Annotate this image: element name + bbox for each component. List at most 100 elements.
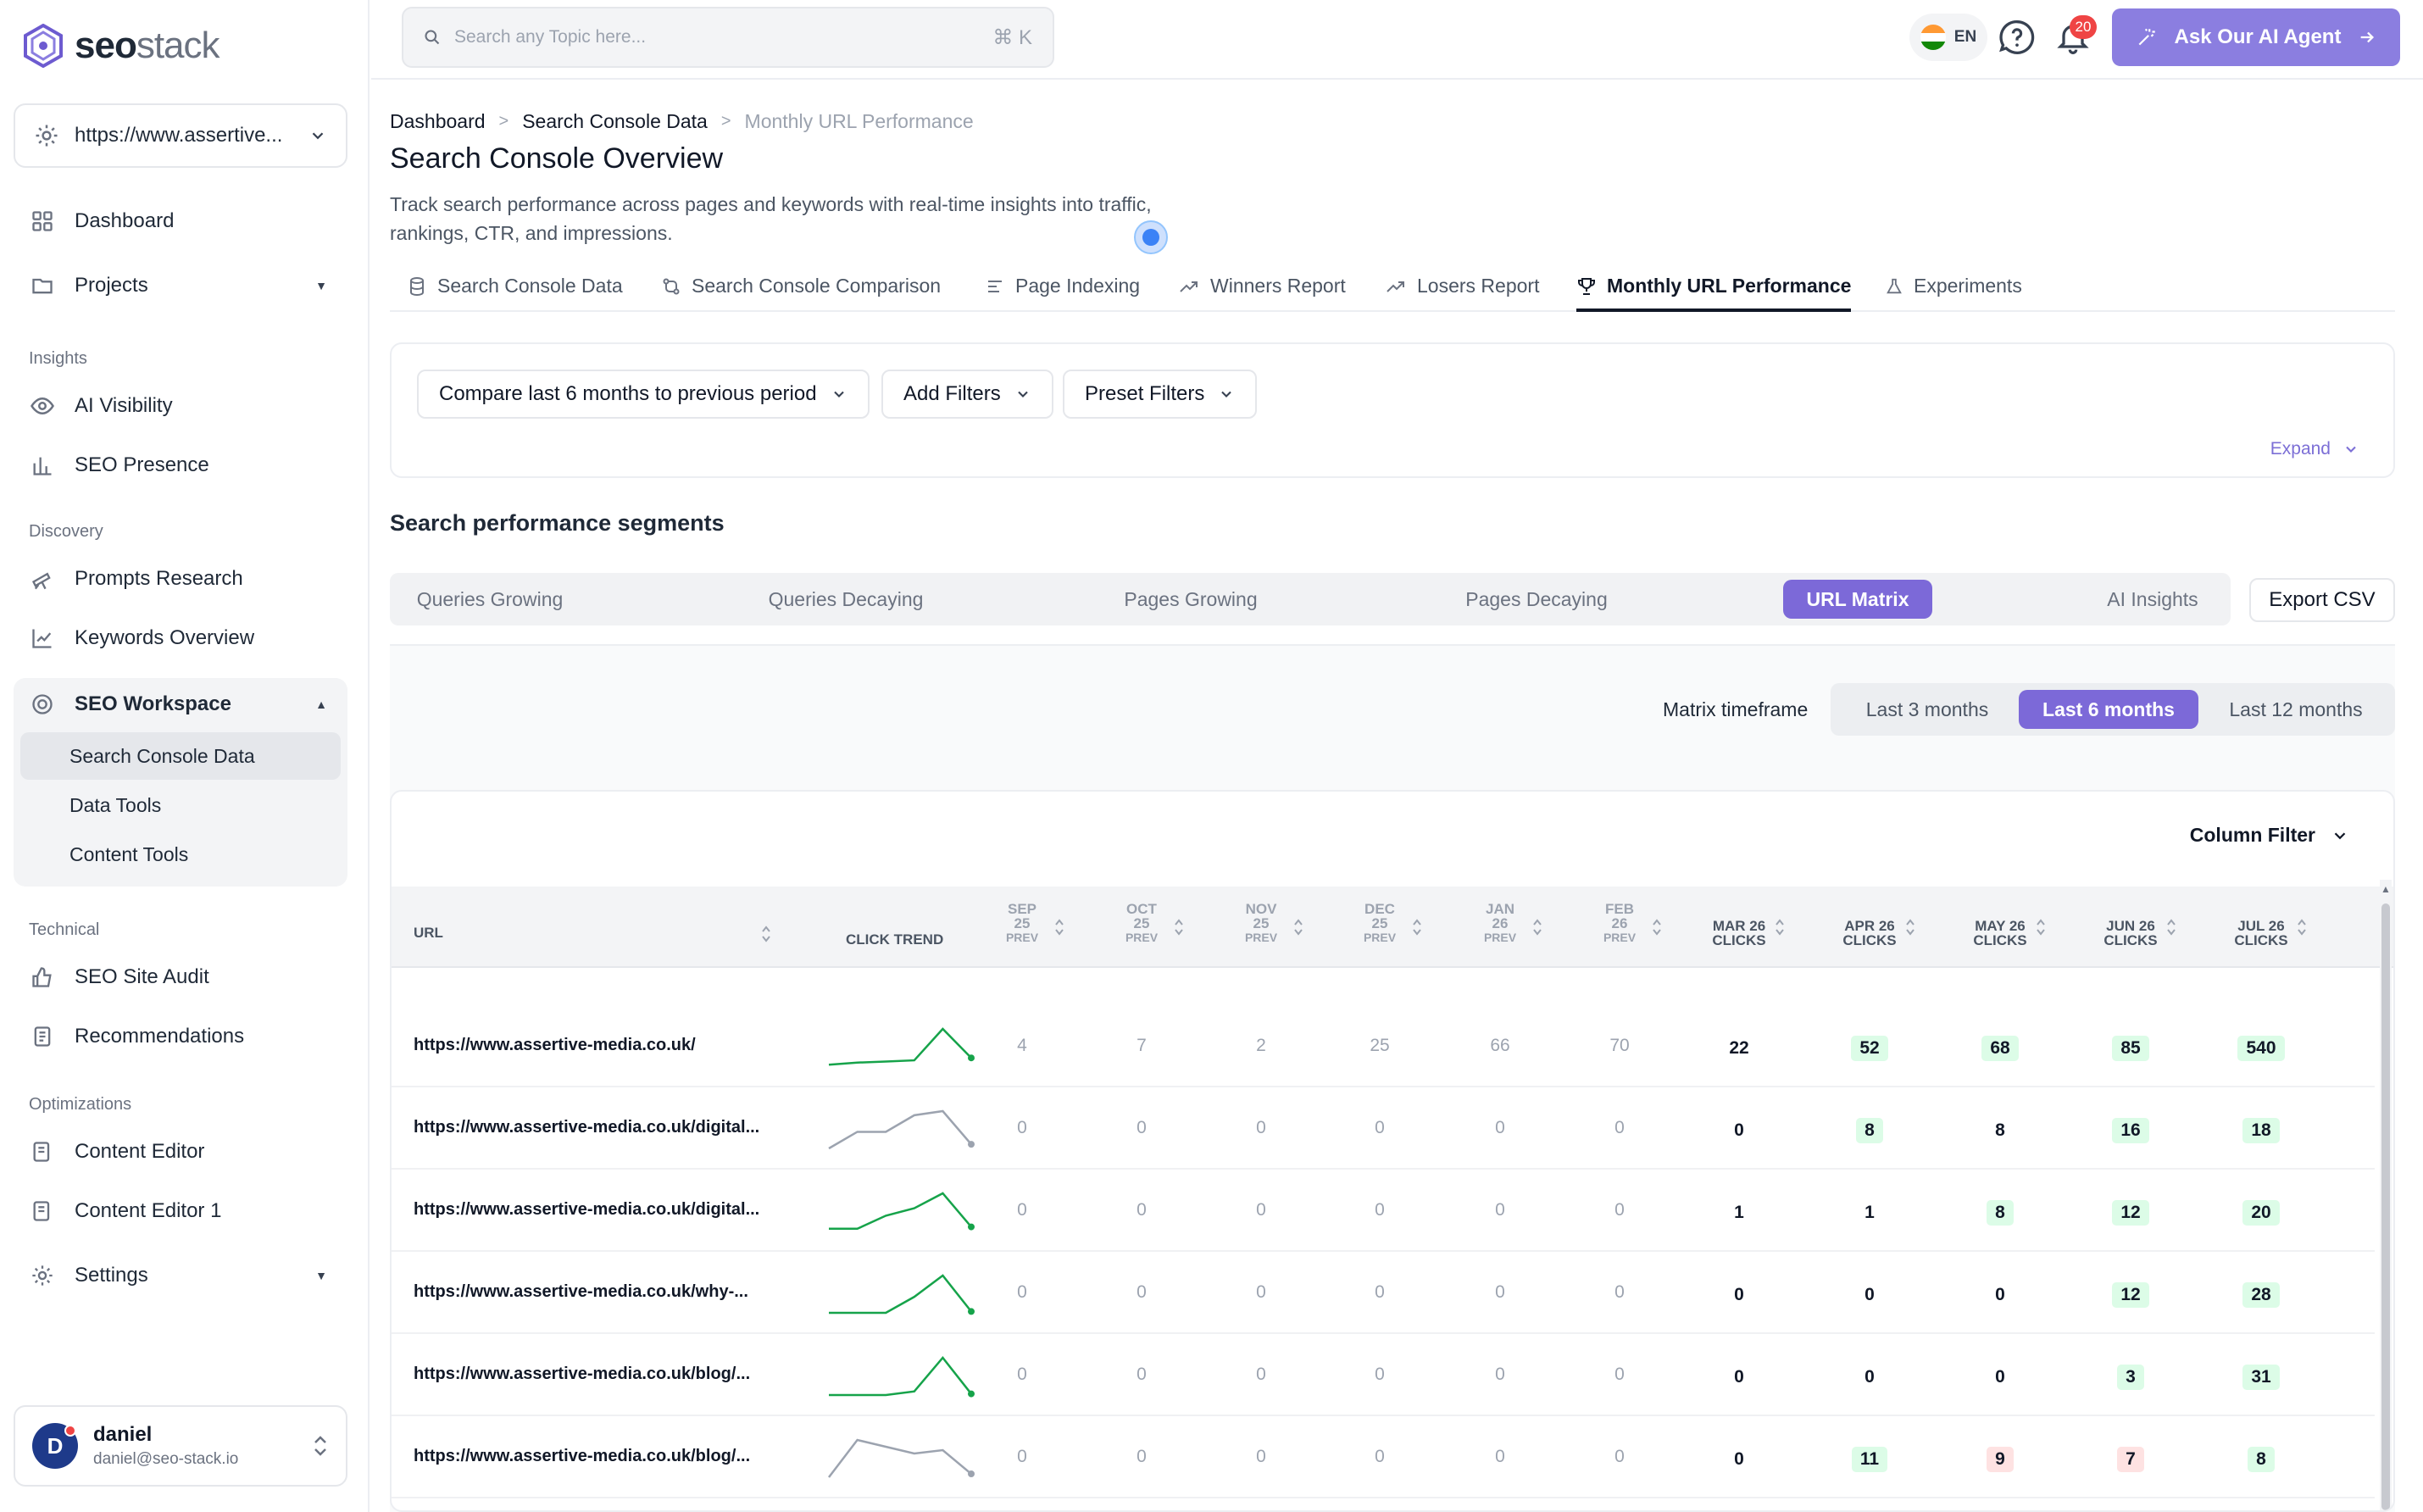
brand-logo[interactable]: seostack <box>24 24 220 68</box>
dashboard-icon <box>29 208 56 235</box>
column-header-prev-month[interactable]: NOV 25 PREV <box>1236 902 1287 945</box>
ask-ai-agent-button[interactable]: Ask Our AI Agent <box>2112 8 2400 66</box>
sidebar-item-ai-visibility[interactable]: AI Visibility <box>14 380 347 432</box>
column-header-month-clicks[interactable]: JUN 26 CLICKS <box>2088 919 2173 948</box>
sort-icon[interactable] <box>1652 917 1662 937</box>
sidebar-subitem-search-console-data[interactable]: Search Console Data <box>20 732 341 780</box>
segment-pages-decaying[interactable]: Pages Decaying <box>1437 580 1636 619</box>
segment-pages-growing[interactable]: Pages Growing <box>1098 580 1284 619</box>
sidebar-subitem-data-tools[interactable]: Data Tools <box>20 781 341 829</box>
export-csv-button[interactable]: Export CSV <box>2249 578 2395 622</box>
timeframe-last-6-months[interactable]: Last 6 months <box>2019 690 2198 729</box>
site-selector[interactable]: https://www.assertive... <box>14 103 347 168</box>
header-text: MAY 26 <box>1975 918 2026 934</box>
sort-icon[interactable] <box>1775 917 1785 937</box>
segment-queries-decaying[interactable]: Queries Decaying <box>744 580 948 619</box>
help-icon[interactable] <box>1998 19 2036 56</box>
sidebar-item-content-editor-1[interactable]: Content Editor 1 <box>14 1185 347 1237</box>
sort-icon[interactable] <box>2166 917 2176 937</box>
column-header-prev-month[interactable]: FEB 26 PREV <box>1594 902 1645 945</box>
language-selector[interactable]: EN <box>1909 14 1987 61</box>
sidebar-item-seo-presence[interactable]: SEO Presence <box>14 439 347 492</box>
header-text: FEB <box>1605 901 1634 917</box>
segment-url-matrix[interactable]: URL Matrix <box>1783 580 1932 619</box>
tab-monthly-url-performance[interactable]: Monthly URL Performance <box>1576 275 1852 312</box>
compare-period-dropdown[interactable]: Compare last 6 months to previous period <box>417 370 870 419</box>
table-row[interactable]: https://www.assertive-media.co.uk/why-..… <box>392 1252 2375 1334</box>
column-header-prev-month[interactable]: OCT 25 PREV <box>1116 902 1167 945</box>
segment-queries-growing[interactable]: Queries Growing <box>397 580 583 619</box>
column-header-month-clicks[interactable]: MAY 26 CLICKS <box>1958 919 2042 948</box>
sidebar-item-label: Recommendations <box>75 1025 245 1048</box>
india-flag-icon <box>1920 25 1946 50</box>
table-scrollbar[interactable]: ▲ <box>2380 880 2392 1510</box>
sidebar-item-recommendations[interactable]: Recommendations <box>14 1010 347 1063</box>
sort-icon[interactable] <box>2297 917 2307 937</box>
column-header-prev-month[interactable]: JAN 26 PREV <box>1475 902 1525 945</box>
scrollbar-thumb[interactable] <box>2381 903 2390 1510</box>
sort-icon[interactable] <box>761 924 771 944</box>
prev-clicks-cell: 7 <box>1136 1036 1147 1055</box>
expand-filters-button[interactable]: Expand <box>2270 439 2359 459</box>
sidebar-item-prompts-research[interactable]: Prompts Research <box>14 553 347 605</box>
tab-losers-report[interactable]: Losers Report <box>1385 275 1539 312</box>
table-row[interactable]: https://www.assertive-media.co.uk/blog/.… <box>392 1416 2375 1498</box>
matrix-timeframe-label: Matrix timeframe <box>1663 698 1809 720</box>
tab-winners-report[interactable]: Winners Report <box>1178 275 1346 312</box>
column-header-prev-month[interactable]: SEP 25 PREV <box>997 902 1048 945</box>
table-row[interactable]: https://www.assertive-media.co.uk/digita… <box>392 1087 2375 1170</box>
url-cell[interactable]: https://www.assertive-media.co.uk/ <box>414 1036 778 1055</box>
sort-icon[interactable] <box>1412 917 1422 937</box>
table-row[interactable]: https://www.assertive-media.co.uk/4 7 2 25 6… <box>392 1005 2375 1087</box>
sort-icon[interactable] <box>1174 917 1184 937</box>
column-filter-button[interactable]: Column Filter <box>2190 824 2349 847</box>
clicks-value: 3 <box>2117 1365 2144 1390</box>
tab-experiments[interactable]: Experiments <box>1885 275 2022 312</box>
column-header-month-clicks[interactable]: APR 26 CLICKS <box>1827 919 1912 948</box>
url-cell[interactable]: https://www.assertive-media.co.uk/digita… <box>414 1118 778 1137</box>
url-cell[interactable]: https://www.assertive-media.co.uk/blog/.… <box>414 1365 778 1384</box>
column-filter-label: Column Filter <box>2189 824 2315 846</box>
breadcrumb-dashboard[interactable]: Dashboard <box>390 110 486 133</box>
column-header-url[interactable]: URL <box>414 926 443 940</box>
sidebar-item-settings[interactable]: Settings ▼ <box>14 1249 347 1302</box>
sidebar-item-seo-site-audit[interactable]: SEO Site Audit <box>14 951 347 1003</box>
sort-icon[interactable] <box>1054 917 1064 937</box>
sidebar-item-projects[interactable]: Projects ▼ <box>14 259 347 312</box>
tab-search-console-data[interactable]: Search Console Data <box>407 275 623 312</box>
preset-filters-dropdown[interactable]: Preset Filters <box>1063 370 1258 419</box>
sort-icon[interactable] <box>1532 917 1542 937</box>
segment-ai-insights[interactable]: AI Insights <box>2085 580 2220 619</box>
search-input[interactable]: Search any Topic here... ⌘ K <box>402 7 1054 68</box>
timeframe-last-3-months[interactable]: Last 3 months <box>1837 690 2017 729</box>
clicks-value: 1 <box>1734 1203 1744 1222</box>
table-row[interactable]: https://www.assertive-media.co.uk/blog/.… <box>392 1334 2375 1416</box>
sidebar-item-seo-workspace[interactable]: SEO Workspace ▲ <box>14 678 347 731</box>
breadcrumb-search-console-data[interactable]: Search Console Data <box>522 110 708 133</box>
column-header-month-clicks[interactable]: MAR 26 CLICKS <box>1697 919 1781 948</box>
sort-icon[interactable] <box>1905 917 1915 937</box>
url-cell[interactable]: https://www.assertive-media.co.uk/blog/.… <box>414 1447 778 1466</box>
sidebar-subitem-content-tools[interactable]: Content Tools <box>20 831 341 878</box>
timeframe-last-12-months[interactable]: Last 12 months <box>2203 690 2388 729</box>
table-row[interactable]: https://www.assertive-media.co.uk/digita… <box>392 1170 2375 1252</box>
add-filters-dropdown[interactable]: Add Filters <box>881 370 1053 419</box>
url-cell[interactable]: https://www.assertive-media.co.uk/digita… <box>414 1200 778 1220</box>
user-menu[interactable]: D daniel daniel@seo-stack.io <box>14 1405 347 1487</box>
sidebar-item-content-editor[interactable]: Content Editor <box>14 1126 347 1178</box>
tab-search-console-comparison[interactable]: Search Console Comparison <box>661 275 941 312</box>
tab-page-indexing[interactable]: Page Indexing <box>985 275 1140 312</box>
clicks-cell: 0 <box>1836 1282 1903 1308</box>
column-header-click-trend: CLICK TREND <box>846 931 944 948</box>
clicks-value: 0 <box>1995 1367 2005 1387</box>
column-header-prev-month[interactable]: DEC 25 PREV <box>1354 902 1405 945</box>
clicks-value: 12 <box>2112 1200 2149 1226</box>
sidebar-item-dashboard[interactable]: Dashboard <box>14 195 347 247</box>
scroll-up-arrow-icon[interactable]: ▲ <box>2380 883 2392 895</box>
sidebar-item-label: AI Visibility <box>75 394 173 417</box>
column-header-month-clicks[interactable]: JUL 26 CLICKS <box>2219 919 2304 948</box>
sidebar-item-keywords-overview[interactable]: Keywords Overview <box>14 612 347 664</box>
url-cell[interactable]: https://www.assertive-media.co.uk/why-..… <box>414 1282 778 1302</box>
sort-icon[interactable] <box>1293 917 1303 937</box>
sort-icon[interactable] <box>2036 917 2046 937</box>
